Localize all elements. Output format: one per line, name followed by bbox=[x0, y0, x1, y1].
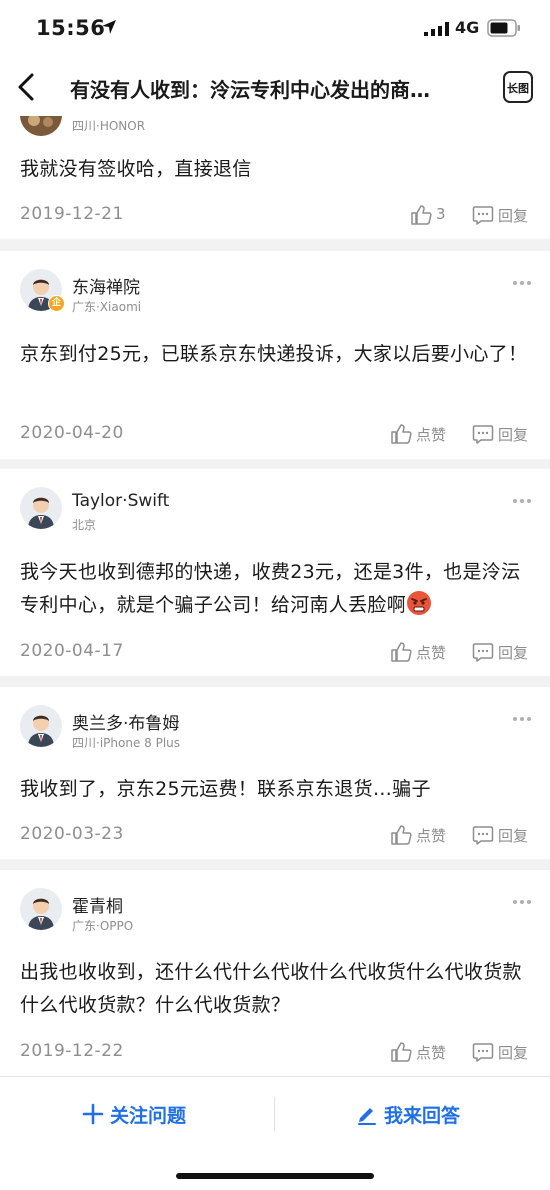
answer-date: 2019-12-21 bbox=[20, 204, 124, 224]
answer-text: 我今天也收到德邦的快递，收费23元，还是3件，也是泠沄专利中心，就是个骗子公司！… bbox=[20, 561, 521, 616]
enterprise-badge: 企 bbox=[48, 295, 65, 312]
user-meta: 四川·HONOR bbox=[72, 119, 146, 133]
thumbs-up-icon bbox=[391, 1042, 412, 1062]
like-button[interactable]: 点赞 bbox=[390, 422, 450, 446]
reply-button[interactable]: 回复 bbox=[472, 823, 532, 847]
user-meta: 广东·OPPO bbox=[72, 919, 134, 933]
write-answer-button[interactable]: 我来回答 bbox=[356, 1097, 486, 1131]
answer-card: 奥兰多·布鲁姆 四川·iPhone 8 Plus 我收到了，京东25元运费！联系… bbox=[0, 687, 550, 859]
user-meta: 四川·iPhone 8 Plus bbox=[72, 736, 181, 750]
answer-date: 2020-04-17 bbox=[20, 641, 124, 661]
like-button[interactable]: 点赞 bbox=[390, 823, 450, 847]
more-options-icon[interactable] bbox=[512, 899, 532, 905]
comment-icon bbox=[472, 826, 494, 845]
like-button[interactable]: 3 bbox=[410, 203, 460, 227]
thumbs-up-icon bbox=[391, 642, 412, 662]
answer-card: 企 东海禅院 广东·Xiaomi 京东到付25元，已联系京东快递投诉，大家以后要… bbox=[0, 251, 550, 459]
reply-button[interactable]: 回复 bbox=[472, 422, 532, 446]
answer-date: 2020-04-20 bbox=[20, 423, 124, 443]
location-arrow-icon bbox=[102, 20, 116, 34]
long-image-label: 长图 bbox=[507, 82, 529, 95]
avatar[interactable] bbox=[20, 888, 62, 930]
question-title: 有没有人收到：泠沄专利中心发出的商… bbox=[70, 78, 430, 102]
answer-card: 四川·HONOR 我就没有签收哈，直接退信 2019-12-21 3 回复 bbox=[0, 116, 550, 239]
reply-button[interactable]: 回复 bbox=[472, 1040, 532, 1064]
write-answer-label: 我来回答 bbox=[384, 1105, 461, 1127]
like-button[interactable]: 点赞 bbox=[390, 640, 450, 664]
comment-icon bbox=[472, 643, 494, 662]
answer-content: 我收到了，京东25元运费！联系京东退货…骗子 bbox=[20, 778, 431, 800]
network-type: 4G bbox=[455, 18, 480, 37]
reply-label: 回复 bbox=[498, 644, 529, 662]
more-options-icon[interactable] bbox=[512, 716, 532, 722]
user-meta: 北京 bbox=[72, 518, 97, 532]
answer-date: 2019-12-22 bbox=[20, 1041, 124, 1061]
long-image-button[interactable]: 长图 bbox=[503, 71, 533, 103]
reply-label: 回复 bbox=[498, 207, 529, 225]
answer-content: 我就没有签收哈，直接退信 bbox=[20, 158, 252, 180]
like-count: 3 bbox=[436, 205, 446, 223]
follow-question-button[interactable]: 关注问题 bbox=[82, 1097, 212, 1131]
like-label: 点赞 bbox=[416, 1044, 447, 1062]
like-label: 点赞 bbox=[416, 644, 447, 662]
comment-icon bbox=[472, 1043, 494, 1062]
status-bar: 15:56 4G bbox=[0, 0, 550, 58]
back-arrow-icon[interactable] bbox=[12, 70, 42, 104]
battery-icon bbox=[487, 19, 520, 37]
plus-icon bbox=[82, 1103, 104, 1125]
bottom-action-bar: 关注问题 我来回答 bbox=[0, 1076, 550, 1190]
username[interactable]: Taylor·Swift bbox=[72, 491, 169, 511]
angry-face-icon bbox=[407, 591, 432, 615]
status-time: 15:56 bbox=[36, 16, 106, 40]
reply-label: 回复 bbox=[498, 426, 529, 444]
like-label: 点赞 bbox=[416, 827, 447, 845]
answer-card: Taylor·Swift 北京 我今天也收到德邦的快递，收费23元，还是3件，也… bbox=[0, 469, 550, 676]
more-options-icon[interactable] bbox=[512, 498, 532, 504]
reply-button[interactable]: 回复 bbox=[472, 640, 532, 664]
follow-question-label: 关注问题 bbox=[110, 1105, 187, 1127]
divider bbox=[274, 1097, 275, 1131]
answer-content: 出我也收收到，还什么代什么代收什么代收货什么代收货款什么代收货款？什么代收货款？ bbox=[20, 961, 522, 1016]
answer-card: 霍青桐 广东·OPPO 出我也收收到，还什么代什么代收什么代收货什么代收货款什么… bbox=[0, 870, 550, 1076]
answer-content: 我今天也收到德邦的快递，收费23元，还是3件，也是泠沄专利中心，就是个骗子公司！… bbox=[20, 556, 532, 622]
thumbs-up-icon bbox=[391, 424, 412, 444]
reply-label: 回复 bbox=[498, 1044, 529, 1062]
home-indicator[interactable] bbox=[176, 1173, 374, 1179]
pencil-icon bbox=[358, 1108, 376, 1125]
thumbs-up-icon bbox=[411, 205, 432, 225]
reply-label: 回复 bbox=[498, 827, 529, 845]
nav-bar: 有没有人收到：泠沄专利中心发出的商… 长图 bbox=[0, 58, 550, 116]
reply-button[interactable]: 回复 bbox=[472, 203, 532, 227]
like-label: 点赞 bbox=[416, 426, 447, 444]
avatar[interactable] bbox=[20, 705, 62, 747]
like-button[interactable]: 点赞 bbox=[390, 1040, 450, 1064]
signal-bars-icon bbox=[424, 22, 449, 36]
username[interactable]: 霍青桐 bbox=[72, 892, 123, 917]
user-meta: 广东·Xiaomi bbox=[72, 300, 142, 314]
answer-content: 京东到付25元，已联系京东快递投诉，大家以后要小心了！ bbox=[20, 343, 528, 365]
comment-icon bbox=[472, 206, 494, 225]
answer-feed[interactable]: 四川·HONOR 我就没有签收哈，直接退信 2019-12-21 3 回复 企 … bbox=[0, 116, 550, 1076]
username[interactable]: 奥兰多·布鲁姆 bbox=[72, 709, 179, 734]
avatar[interactable] bbox=[20, 116, 62, 136]
avatar[interactable] bbox=[20, 487, 62, 529]
comment-icon bbox=[472, 425, 494, 444]
answer-date: 2020-03-23 bbox=[20, 824, 124, 844]
more-options-icon[interactable] bbox=[512, 280, 532, 286]
username[interactable]: 东海禅院 bbox=[72, 273, 140, 298]
thumbs-up-icon bbox=[391, 825, 412, 845]
